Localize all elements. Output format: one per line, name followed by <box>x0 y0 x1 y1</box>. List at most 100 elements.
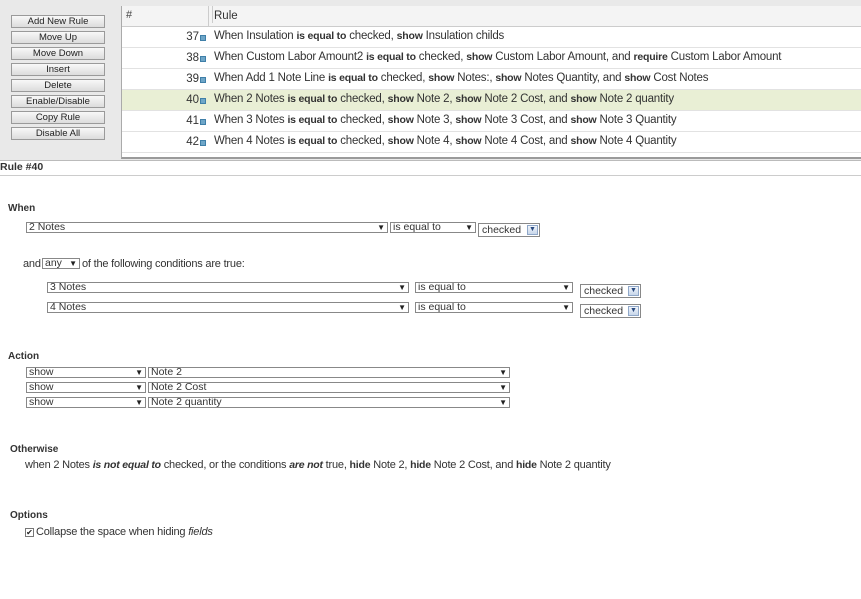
condition-field-value: 3 Notes <box>50 282 87 293</box>
action-heading: Action <box>8 351 40 362</box>
when-heading: When <box>8 203 36 214</box>
rule-text-part: When 2 Notes <box>214 93 288 105</box>
rule-keyword: is equal to <box>287 93 338 105</box>
rule-status-icon <box>200 35 206 41</box>
rule-text-part: Notes:, <box>454 72 496 84</box>
rule-text-part: Notes Quantity, and <box>521 72 625 84</box>
condition-field-select[interactable]: 4 Notes ▼ <box>47 302 409 313</box>
insert-button[interactable]: Insert <box>11 63 105 76</box>
rule-text: When Custom Labor Amount2 is equal to ch… <box>214 51 781 63</box>
action-target-value: Note 2 quantity <box>151 397 222 408</box>
rule-keyword: show <box>495 72 522 84</box>
chevron-down-icon: ▼ <box>398 303 406 312</box>
rule-status-icon <box>200 77 206 83</box>
action-target-value: Note 2 <box>151 367 182 378</box>
rule-text-part: Cost Notes <box>650 72 709 84</box>
action-type-select[interactable]: show ▼ <box>26 367 146 378</box>
move-down-button[interactable]: Move Down <box>11 47 105 60</box>
match-type-select[interactable]: any ▼ <box>42 258 80 269</box>
action-type-select[interactable]: show ▼ <box>26 382 146 393</box>
column-header-number[interactable]: # <box>126 9 132 21</box>
summary-text-part: Note 2, <box>370 459 411 471</box>
summary-text-part: checked, or the conditions <box>160 459 290 471</box>
action-type-select[interactable]: show ▼ <box>26 397 146 408</box>
when-operator-value: is equal to <box>393 222 441 233</box>
rule-keyword: is equal to <box>287 135 338 147</box>
action-target-select[interactable]: Note 2 Cost ▼ <box>148 382 510 393</box>
table-row[interactable]: 41 When 3 Notes is equal to checked, show… <box>122 111 861 132</box>
condition-operator-value: is equal to <box>418 302 466 313</box>
collapse-space-label: Collapse the space when hiding fields <box>36 526 213 538</box>
rule-keyword: is equal to <box>366 51 416 63</box>
rule-keyword: show <box>570 135 597 147</box>
collapse-label-text: Collapse the space when hiding <box>36 526 189 538</box>
rule-text-part: checked, <box>346 30 397 42</box>
rule-text-part: When Custom Labor Amount2 <box>214 51 367 63</box>
options-heading: Options <box>10 510 48 521</box>
move-up-button[interactable]: Move Up <box>11 31 105 44</box>
table-row[interactable]: 40 When 2 Notes is equal to checked, show… <box>122 90 861 111</box>
column-header-rule[interactable]: Rule <box>212 6 238 23</box>
rule-text-part: checked, <box>415 51 467 63</box>
otherwise-heading: Otherwise <box>10 444 59 455</box>
summary-text-part: when 2 Notes <box>25 459 93 471</box>
when-operator-select[interactable]: is equal to ▼ <box>390 222 476 233</box>
chevron-down-icon: ▼ <box>562 303 570 312</box>
collapse-space-checkbox[interactable]: ✔ <box>25 528 34 537</box>
rule-keyword: show <box>455 114 482 126</box>
rule-status-icon <box>200 119 206 125</box>
otherwise-summary: when 2 Notes is not equal to checked, or… <box>25 459 611 471</box>
when-field-select[interactable]: 2 Notes ▼ <box>26 222 388 233</box>
rule-text-part: Custom Labor Amount <box>667 51 782 63</box>
rule-keyword: require <box>633 51 668 63</box>
rules-table: # Rule 37 When Insulation is equal to che… <box>121 6 861 159</box>
chevron-down-icon: ▼ <box>499 368 507 377</box>
rule-text-part: Note 2 quantity <box>596 93 675 105</box>
condition-field-select[interactable]: 3 Notes ▼ <box>47 282 409 293</box>
rule-text-part: Insulation childs <box>422 30 505 42</box>
table-row[interactable]: 42 When 4 Notes is equal to checked, show… <box>122 132 861 153</box>
rule-keyword: show <box>455 93 482 105</box>
chevron-down-icon: ▼ <box>628 306 639 316</box>
rule-text: When 2 Notes is equal to checked, show N… <box>214 93 674 105</box>
rule-keyword: show <box>455 135 482 147</box>
rule-text-part: checked, <box>337 93 388 105</box>
condition-value-select[interactable]: checked ▼ <box>580 304 641 318</box>
condition-value-select[interactable]: checked ▼ <box>580 284 641 298</box>
rule-text-part: Note 4, <box>413 135 456 147</box>
add-new-rule-button[interactable]: Add New Rule <box>11 15 105 28</box>
rule-text-part: Note 2, <box>413 93 456 105</box>
table-row[interactable]: 39 When Add 1 Note Line is equal to check… <box>122 69 861 90</box>
rule-text-part: When 3 Notes <box>214 114 288 126</box>
copy-rule-button[interactable]: Copy Rule <box>11 111 105 124</box>
action-target-value: Note 2 Cost <box>151 382 207 393</box>
rule-keyword: show <box>396 30 423 42</box>
condition-operator-select[interactable]: is equal to ▼ <box>415 282 573 293</box>
action-type-value: show <box>29 367 54 378</box>
summary-keyword: hide <box>410 459 431 471</box>
condition-value-text: checked <box>584 285 624 297</box>
chevron-down-icon: ▼ <box>135 368 143 377</box>
table-row[interactable]: 38 When Custom Labor Amount2 is equal to … <box>122 48 861 69</box>
action-target-select[interactable]: Note 2 quantity ▼ <box>148 397 510 408</box>
summary-keyword: hide <box>349 459 371 471</box>
rule-number: 41 <box>186 115 199 127</box>
chevron-down-icon: ▼ <box>465 223 473 232</box>
table-header: # Rule <box>122 6 861 27</box>
chevron-down-icon: ▼ <box>69 259 77 268</box>
rule-text-part: checked, <box>377 72 429 84</box>
rule-text-part: Note 2 Cost, and <box>481 93 571 105</box>
rule-number: 38 <box>186 52 199 64</box>
rule-keyword: is equal to <box>328 72 378 84</box>
table-row[interactable]: 37 When Insulation is equal to checked, s… <box>122 27 861 48</box>
disable-all-button[interactable]: Disable All <box>11 127 105 140</box>
rule-keyword: show <box>570 114 597 126</box>
delete-button[interactable]: Delete <box>11 79 105 92</box>
summary-text-part: Note 2 quantity <box>536 459 611 471</box>
enable-disable-button[interactable]: Enable/Disable <box>11 95 105 108</box>
when-value-select[interactable]: checked ▼ <box>478 223 540 237</box>
condition-operator-select[interactable]: is equal to ▼ <box>415 302 573 313</box>
rules-list: 37 When Insulation is equal to checked, s… <box>122 27 861 153</box>
action-type-value: show <box>29 397 54 408</box>
action-target-select[interactable]: Note 2 ▼ <box>148 367 510 378</box>
